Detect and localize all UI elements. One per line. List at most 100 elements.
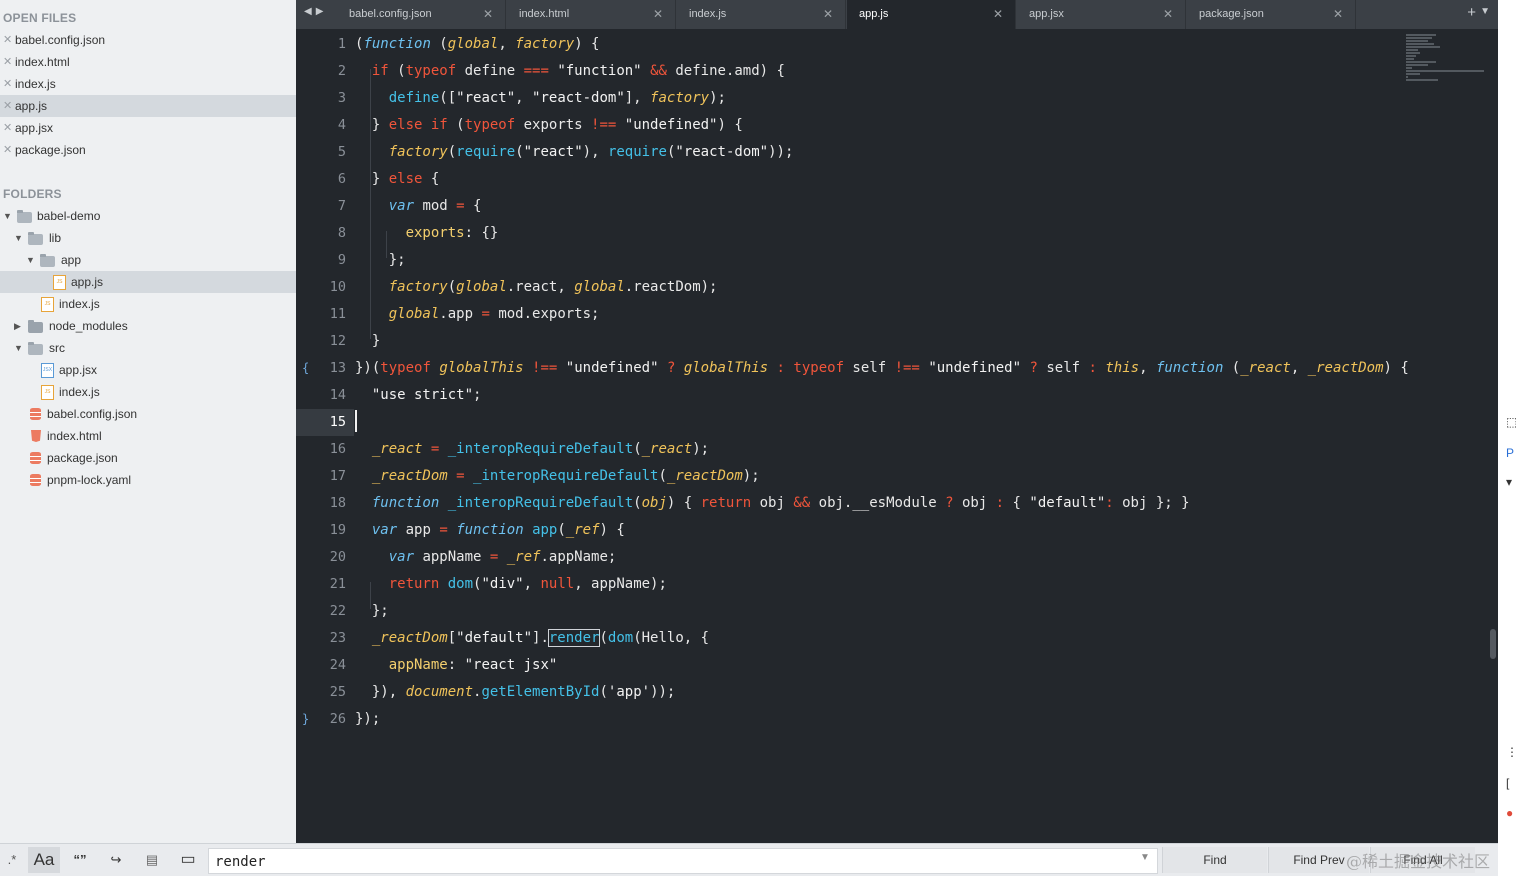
disclosure-open-icon[interactable]: ▼ xyxy=(14,337,23,359)
line-number: 14 xyxy=(329,387,346,403)
tree-file-app-jsx[interactable]: JSX app.jsx xyxy=(0,359,296,381)
case-sensitive-toggle[interactable]: Aa xyxy=(28,847,60,873)
tree-file-index-html[interactable]: index.html xyxy=(0,425,296,447)
close-icon[interactable]: ✕ xyxy=(483,0,493,29)
code-line[interactable]: } else { xyxy=(355,166,439,193)
code-line[interactable]: } else if (typeof exports !== "undefined… xyxy=(355,112,743,139)
new-tab-icon[interactable]: + xyxy=(1467,4,1476,21)
close-icon[interactable]: ✕ xyxy=(3,95,12,117)
code-line[interactable]: if (typeof define === "function" && defi… xyxy=(355,58,785,85)
in-selection-toggle[interactable]: ▤ xyxy=(136,847,168,873)
code-line[interactable]: var app = function app(_ref) { xyxy=(355,517,625,544)
tree-file-index-js[interactable]: JS index.js xyxy=(0,293,296,315)
code-line[interactable]: _react = _interopRequireDefault(_react); xyxy=(355,436,709,463)
vertical-scrollbar[interactable] xyxy=(1490,629,1496,659)
tree-label: index.js xyxy=(59,385,100,399)
fold-marker-icon[interactable]: } xyxy=(302,706,312,733)
code-line[interactable]: factory(global.react, global.reactDom); xyxy=(355,274,718,301)
folder-open-icon xyxy=(17,210,32,223)
code-line[interactable]: return dom("div", null, appName); xyxy=(355,571,667,598)
tree-label: package.json xyxy=(47,451,118,465)
panel-glyph: P xyxy=(1506,446,1515,460)
code-editor[interactable]: 1 2 3 4 5 6 7 8 9 10 11 12 13{14 15 16 17 18 19 20 21 22 23 24… xyxy=(296,29,1498,843)
close-icon[interactable]: ✕ xyxy=(653,0,663,29)
open-file-item-active[interactable]: ✕ app.js xyxy=(0,95,296,117)
code-line[interactable]: function _interopRequireDefault(obj) { r… xyxy=(355,490,1190,517)
tree-file-babel-config[interactable]: babel.config.json xyxy=(0,403,296,425)
code-line[interactable]: "use strict"; xyxy=(355,382,482,409)
close-icon[interactable]: ✕ xyxy=(3,117,12,139)
code-line[interactable]: }; xyxy=(355,247,406,274)
open-file-label: app.js xyxy=(15,99,48,113)
tree-folder-src[interactable]: ▼ src xyxy=(0,337,296,359)
code-line[interactable]: factory(require("react"), require("react… xyxy=(355,139,794,166)
tab-app-js[interactable]: app.js ✕ xyxy=(847,0,1016,29)
tree-folder-lib[interactable]: ▼ lib xyxy=(0,227,296,249)
close-icon[interactable]: ✕ xyxy=(3,73,12,95)
tree-folder-app[interactable]: ▼ app xyxy=(0,249,296,271)
minimap[interactable] xyxy=(1406,33,1486,89)
code-line[interactable]: _reactDom = _interopRequireDefault(_reac… xyxy=(355,463,760,490)
tree-folder-node-modules[interactable]: ▶ node_modules xyxy=(0,315,296,337)
tree-label: babel-demo xyxy=(37,209,101,223)
tree-folder-babel-demo[interactable]: ▼ babel-demo xyxy=(0,205,296,227)
code-line[interactable]: appName: "react jsx" xyxy=(355,652,558,679)
close-icon[interactable]: ✕ xyxy=(823,0,833,29)
line-number: 3 xyxy=(337,90,346,106)
config-file-icon xyxy=(30,474,41,486)
history-dropdown-icon[interactable]: ▼ xyxy=(1140,852,1150,863)
close-icon[interactable]: ✕ xyxy=(993,0,1003,29)
code-line[interactable]: }), document.getElementById('app')); xyxy=(355,679,676,706)
line-number: 2 xyxy=(337,63,346,79)
open-file-item[interactable]: ✕ app.jsx xyxy=(0,117,296,139)
tab-index-html[interactable]: index.html ✕ xyxy=(507,0,676,29)
code-line[interactable]: var appName = _ref.appName; xyxy=(355,544,617,571)
code-line[interactable]: }); xyxy=(355,706,380,733)
highlight-matches-toggle[interactable]: ▭ xyxy=(172,847,204,873)
code-line[interactable]: } xyxy=(355,328,380,355)
open-file-item[interactable]: ✕ index.js xyxy=(0,73,296,95)
tab-package-json[interactable]: package.json ✕ xyxy=(1187,0,1356,29)
close-icon[interactable]: ✕ xyxy=(1163,0,1173,29)
tab-babel-config[interactable]: babel.config.json ✕ xyxy=(337,0,506,29)
config-file-icon xyxy=(30,452,41,464)
code-line[interactable]: (function (global, factory) { xyxy=(355,31,599,58)
code-line[interactable]: exports: {} xyxy=(355,220,499,247)
regex-toggle[interactable]: .* xyxy=(0,847,24,873)
tab-app-jsx[interactable]: app.jsx ✕ xyxy=(1017,0,1186,29)
open-file-item[interactable]: ✕ package.json xyxy=(0,139,296,161)
tab-index-js[interactable]: index.js ✕ xyxy=(677,0,846,29)
open-file-item[interactable]: ✕ babel.config.json xyxy=(0,29,296,51)
disclosure-open-icon[interactable]: ▼ xyxy=(3,205,12,227)
html-file-icon xyxy=(31,430,41,442)
find-input[interactable]: render xyxy=(208,848,1158,874)
tree-file-package-json[interactable]: package.json xyxy=(0,447,296,469)
wrap-toggle[interactable]: ↪ xyxy=(100,847,132,873)
close-icon[interactable]: ✕ xyxy=(3,51,12,73)
disclosure-open-icon[interactable]: ▼ xyxy=(26,249,35,271)
tree-file-pnpm-lock[interactable]: pnpm-lock.yaml xyxy=(0,469,296,491)
fold-marker-icon[interactable]: { xyxy=(302,355,312,382)
line-number: 15 xyxy=(329,414,346,430)
code-line[interactable]: var mod = { xyxy=(355,193,482,220)
tab-nav-arrows-icon[interactable]: ◀▶ xyxy=(304,6,327,17)
code-line[interactable]: })(typeof globalThis !== "undefined" ? g… xyxy=(355,355,1409,382)
tree-file-app-js[interactable]: JS app.js xyxy=(0,271,296,293)
code-line[interactable]: _reactDom["default"].render(dom(Hello, { xyxy=(355,625,709,652)
open-file-item[interactable]: ✕ index.html xyxy=(0,51,296,73)
js-file-icon: JS xyxy=(41,297,54,312)
find-button[interactable]: Find xyxy=(1162,847,1267,873)
close-icon[interactable]: ✕ xyxy=(3,139,12,161)
code-line[interactable]: }; xyxy=(355,598,389,625)
line-number: 20 xyxy=(329,549,346,565)
tab-menu-icon[interactable]: ▼ xyxy=(1480,6,1490,17)
tree-file-src-index-js[interactable]: JS index.js xyxy=(0,381,296,403)
disclosure-open-icon[interactable]: ▼ xyxy=(14,227,23,249)
code-line[interactable]: define(["react", "react-dom"], factory); xyxy=(355,85,726,112)
code-line[interactable]: global.app = mod.exports; xyxy=(355,301,600,328)
close-icon[interactable]: ✕ xyxy=(3,29,12,51)
whole-word-toggle[interactable]: “” xyxy=(64,847,96,873)
line-number: 9 xyxy=(337,252,346,268)
close-icon[interactable]: ✕ xyxy=(1333,0,1343,29)
disclosure-closed-icon[interactable]: ▶ xyxy=(14,315,21,337)
